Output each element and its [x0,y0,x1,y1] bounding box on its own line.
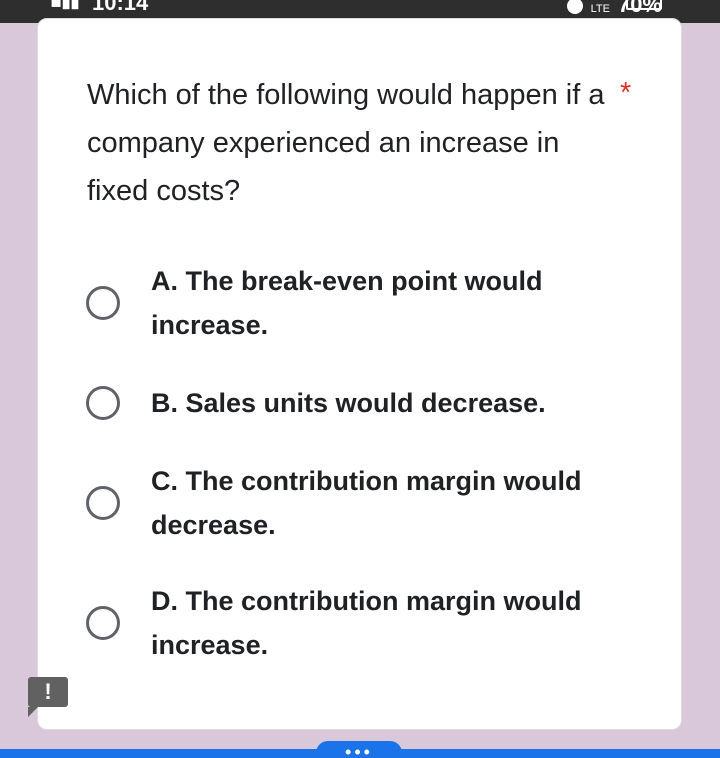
radio-button-icon[interactable] [86,486,120,520]
option-label[interactable]: A. The break-even point would increase. [151,259,646,347]
notification-dot-icon [566,0,583,14]
network-type: LTE [590,2,610,15]
option-label[interactable]: C. The contribution margin would decreas… [151,459,646,547]
option-label[interactable]: D. The contribution margin would increas… [151,579,646,667]
question-text: Which of the following would happen if a… [87,79,605,207]
radio-button-icon[interactable] [86,386,120,420]
radio-button-icon[interactable] [86,286,120,320]
report-alert-icon[interactable]: ! [28,677,68,717]
option-label[interactable]: B. Sales units would decrease. [151,381,646,425]
signal-icon: ▪▮▮ [50,0,80,12]
radio-button-icon[interactable] [86,606,120,640]
battery-icon [626,0,662,10]
status-time: 10:14 [92,0,149,15]
required-asterisk: * [620,77,632,109]
more-options-button[interactable]: ••• [316,741,402,758]
question-card: Which of the following would happen if a… [37,18,682,730]
